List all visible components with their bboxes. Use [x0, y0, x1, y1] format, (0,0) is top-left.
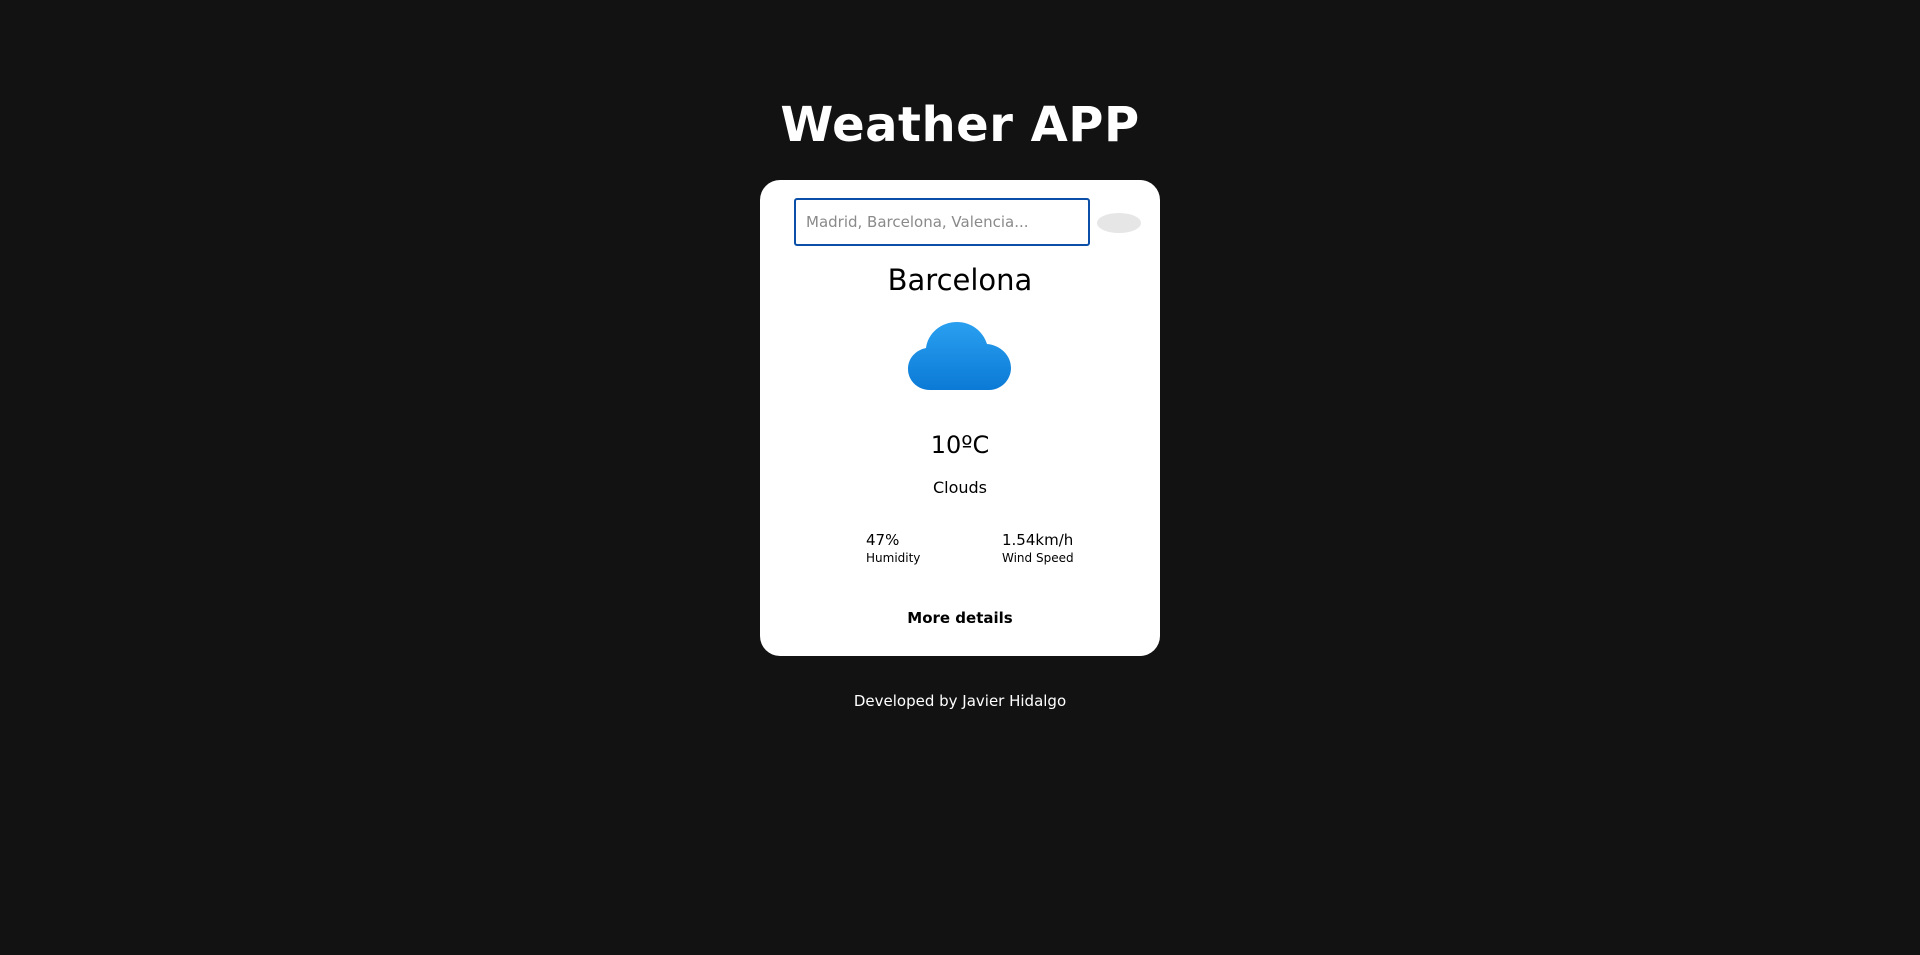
city-name: Barcelona [887, 263, 1033, 297]
page: Weather APP Barcelona 10ºC Clouds 47% [0, 0, 1920, 955]
cloud-icon [908, 320, 1012, 392]
search-button[interactable] [1097, 213, 1141, 233]
more-details-button[interactable]: More details [760, 607, 1160, 629]
weather-condition: Clouds [932, 478, 988, 497]
search-bar [794, 198, 1154, 246]
weather-card: Barcelona 10ºC Clouds 47% Humidity 1.54k… [760, 180, 1160, 656]
wind-speed-label: Wind Speed [1002, 551, 1074, 565]
wind-speed-value: 1.54km/h [1002, 531, 1074, 549]
humidity-stat: 47% Humidity [866, 530, 920, 566]
footer-credit: Developed by Javier Hidalgo [853, 692, 1067, 710]
wind-speed-stat: 1.54km/h Wind Speed [1002, 530, 1074, 566]
humidity-value: 47% [866, 531, 900, 549]
city-search-input[interactable] [794, 198, 1090, 246]
temperature: 10ºC [930, 431, 990, 459]
app-title: Weather APP [780, 97, 1140, 153]
humidity-label: Humidity [866, 551, 921, 565]
